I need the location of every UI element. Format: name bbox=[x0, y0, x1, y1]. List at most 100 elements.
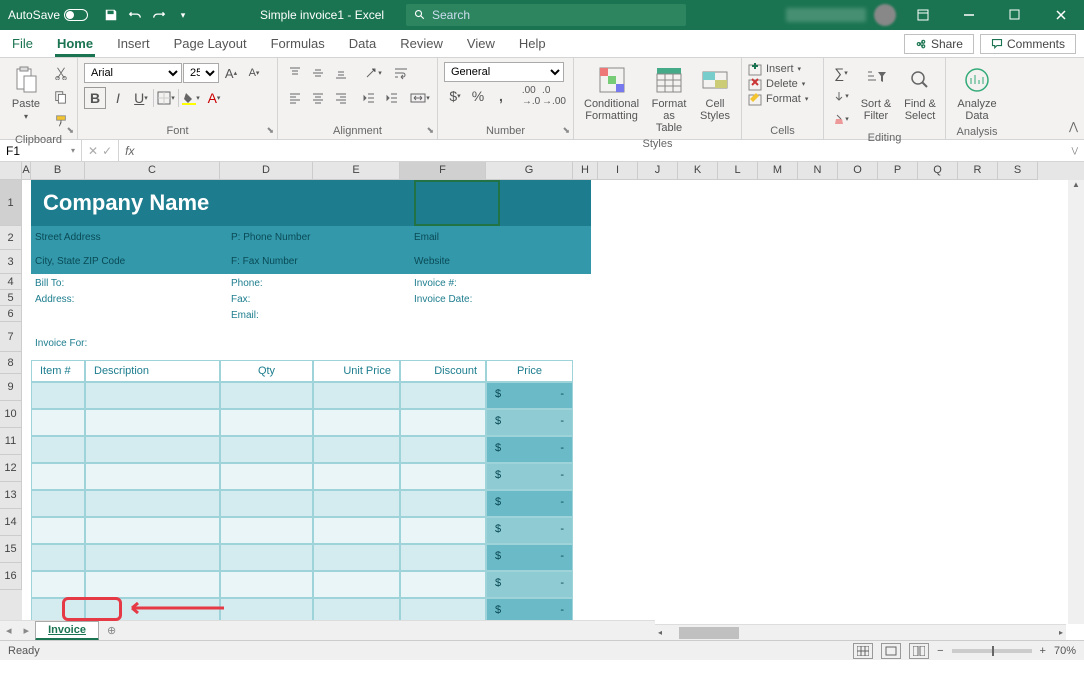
row-header[interactable]: 15 bbox=[0, 536, 22, 563]
table-cell[interactable] bbox=[400, 382, 486, 409]
table-cell[interactable] bbox=[220, 517, 313, 544]
tab-data[interactable]: Data bbox=[337, 30, 388, 57]
table-cell[interactable] bbox=[85, 544, 220, 571]
table-cell[interactable] bbox=[313, 490, 400, 517]
row-header[interactable]: 11 bbox=[0, 428, 22, 455]
row-header[interactable]: 7 bbox=[0, 322, 22, 352]
tab-help[interactable]: Help bbox=[507, 30, 558, 57]
increase-decimal-icon[interactable]: .00→.0 bbox=[520, 85, 542, 107]
tab-view[interactable]: View bbox=[455, 30, 507, 57]
conditional-formatting-button[interactable]: Conditional Formatting bbox=[580, 62, 643, 124]
table-cell[interactable]: $- bbox=[486, 463, 573, 490]
delete-cells-button[interactable]: Delete▾ bbox=[748, 77, 805, 91]
collapse-ribbon-icon[interactable]: ⋀ bbox=[1069, 120, 1078, 133]
tab-file[interactable]: File bbox=[0, 30, 45, 57]
col-header[interactable]: E bbox=[313, 162, 400, 180]
table-cell[interactable] bbox=[220, 490, 313, 517]
find-select-button[interactable]: Find & Select bbox=[900, 62, 940, 124]
table-cell[interactable] bbox=[313, 517, 400, 544]
row-header[interactable]: 6 bbox=[0, 306, 22, 322]
row-header[interactable]: 12 bbox=[0, 455, 22, 482]
table-cell[interactable] bbox=[313, 571, 400, 598]
zoom-in-icon[interactable]: + bbox=[1040, 645, 1046, 657]
table-cell[interactable] bbox=[85, 490, 220, 517]
autosum-icon[interactable]: ∑▾ bbox=[830, 62, 852, 84]
table-cell[interactable] bbox=[313, 463, 400, 490]
table-cell[interactable] bbox=[313, 409, 400, 436]
align-top-icon[interactable] bbox=[284, 62, 306, 84]
fill-icon[interactable]: ▾ bbox=[830, 85, 852, 107]
col-header[interactable]: S bbox=[998, 162, 1038, 180]
col-header[interactable]: H bbox=[573, 162, 598, 180]
sheet-nav-prev-icon[interactable]: ◂ bbox=[0, 624, 18, 637]
table-cell[interactable] bbox=[31, 382, 85, 409]
table-cell[interactable] bbox=[400, 409, 486, 436]
row-header[interactable]: 3 bbox=[0, 250, 22, 274]
col-header[interactable]: J bbox=[638, 162, 678, 180]
accounting-icon[interactable]: $▾ bbox=[444, 85, 466, 107]
bold-button[interactable]: B bbox=[84, 87, 106, 109]
table-cell[interactable]: $- bbox=[486, 544, 573, 571]
user-name[interactable] bbox=[786, 8, 866, 22]
enter-formula-icon[interactable]: ✓ bbox=[102, 144, 112, 158]
col-header[interactable]: D bbox=[220, 162, 313, 180]
search-box[interactable]: Search bbox=[406, 4, 686, 26]
comma-icon[interactable]: , bbox=[490, 85, 512, 107]
align-left-icon[interactable] bbox=[284, 87, 306, 109]
ribbon-display-icon[interactable] bbox=[904, 0, 942, 30]
table-cell[interactable] bbox=[400, 517, 486, 544]
merge-center-icon[interactable]: ▾ bbox=[409, 87, 431, 109]
paste-button[interactable]: Paste ▾ bbox=[6, 62, 46, 123]
dialog-launcher-icon[interactable]: ⬊ bbox=[562, 125, 570, 136]
table-cell[interactable] bbox=[31, 463, 85, 490]
normal-view-icon[interactable] bbox=[853, 643, 873, 659]
align-bottom-icon[interactable] bbox=[330, 62, 352, 84]
cell-styles-button[interactable]: Cell Styles bbox=[695, 62, 735, 124]
table-cell[interactable] bbox=[31, 517, 85, 544]
row-header[interactable]: 8 bbox=[0, 352, 22, 374]
col-header[interactable]: L bbox=[718, 162, 758, 180]
maximize-icon[interactable] bbox=[996, 0, 1034, 30]
col-header[interactable]: G bbox=[486, 162, 573, 180]
vertical-scrollbar[interactable]: ▲ bbox=[1068, 180, 1084, 624]
table-cell[interactable] bbox=[31, 436, 85, 463]
redo-icon[interactable] bbox=[148, 4, 170, 26]
row-header[interactable]: 13 bbox=[0, 482, 22, 509]
decrease-font-icon[interactable]: A▾ bbox=[243, 62, 265, 84]
table-cell[interactable] bbox=[220, 436, 313, 463]
zoom-level[interactable]: 70% bbox=[1054, 645, 1076, 657]
tab-page-layout[interactable]: Page Layout bbox=[162, 30, 259, 57]
col-header[interactable]: P bbox=[878, 162, 918, 180]
table-cell[interactable] bbox=[31, 544, 85, 571]
table-cell[interactable]: $- bbox=[486, 490, 573, 517]
scroll-thumb[interactable] bbox=[679, 627, 739, 639]
col-header[interactable]: Q bbox=[918, 162, 958, 180]
analyze-data-button[interactable]: Analyze Data bbox=[952, 62, 1002, 124]
table-cell[interactable] bbox=[31, 490, 85, 517]
increase-indent-icon[interactable] bbox=[381, 87, 403, 109]
row-header[interactable]: 14 bbox=[0, 509, 22, 536]
table-cell[interactable] bbox=[400, 463, 486, 490]
row-header[interactable]: 4 bbox=[0, 274, 22, 290]
align-middle-icon[interactable] bbox=[307, 62, 329, 84]
dialog-launcher-icon[interactable]: ⬊ bbox=[426, 125, 434, 136]
table-cell[interactable] bbox=[313, 382, 400, 409]
scroll-left-icon[interactable]: ◂ bbox=[655, 628, 665, 637]
row-header[interactable]: 2 bbox=[0, 226, 22, 250]
sheet-nav-next-icon[interactable]: ▸ bbox=[18, 624, 36, 637]
close-icon[interactable] bbox=[1042, 0, 1080, 30]
col-header[interactable]: M bbox=[758, 162, 798, 180]
row-header[interactable]: 5 bbox=[0, 290, 22, 306]
borders-icon[interactable]: ▾ bbox=[155, 87, 177, 109]
copy-icon[interactable] bbox=[50, 86, 72, 108]
font-name-select[interactable]: Arial bbox=[84, 63, 182, 83]
fx-icon[interactable]: fx bbox=[119, 144, 140, 158]
col-header[interactable]: I bbox=[598, 162, 638, 180]
scroll-right-icon[interactable]: ▸ bbox=[1056, 628, 1066, 637]
scroll-up-icon[interactable]: ▲ bbox=[1068, 180, 1084, 194]
undo-icon[interactable] bbox=[124, 4, 146, 26]
sheet-tab-invoice[interactable]: Invoice bbox=[35, 621, 99, 641]
qat-customize-icon[interactable]: ▾ bbox=[172, 4, 194, 26]
fill-color-icon[interactable]: ▾ bbox=[180, 87, 202, 109]
orientation-icon[interactable]: ▾ bbox=[362, 62, 384, 84]
